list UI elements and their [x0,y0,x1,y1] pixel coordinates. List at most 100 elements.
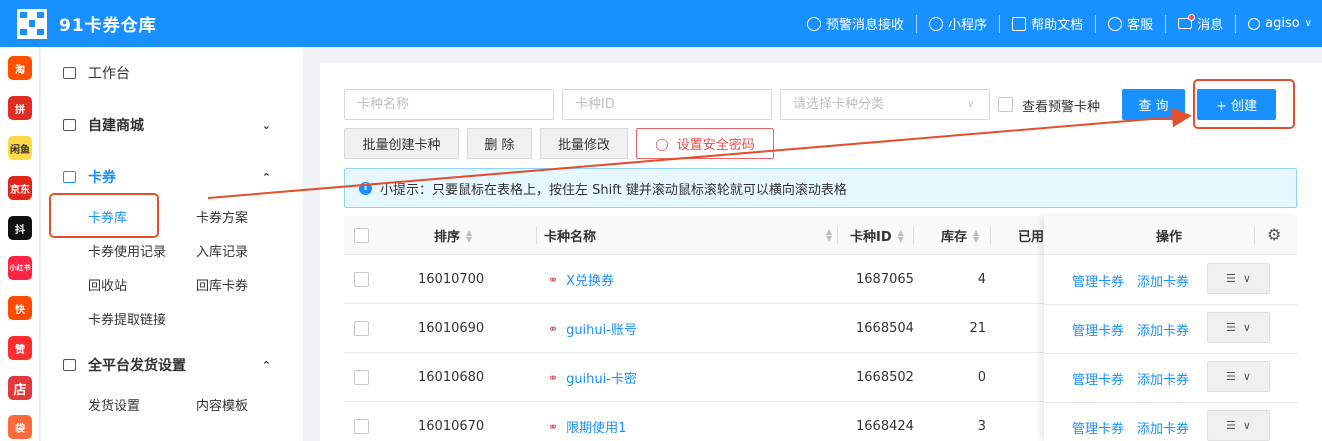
manage-coupons-link[interactable]: 管理卡券 [1072,320,1124,339]
delete-button[interactable]: 删 除 [467,128,532,159]
douyin-app-icon[interactable]: 抖 [8,216,32,240]
key-icon: ⚭ [548,419,559,434]
row-name-link[interactable]: ⚭ guihui-卡密 [548,353,637,402]
row-checkbox[interactable] [354,370,369,385]
highlight-box-create [1193,79,1295,129]
taobao-app-icon[interactable]: 淘 [8,56,32,80]
user-menu[interactable]: agiso ∨ [1235,14,1322,33]
sidebar-item-delivery-settings[interactable]: 全平台发货设置 ⌃ [63,355,287,375]
platform-app-strip: 淘 拼 闲鱼 京东 抖 小红书 快 赞 店 袋 [0,47,40,441]
row-name-link[interactable]: ⚭ 限期使用1 [548,402,626,441]
sidebar-sub-recycle-bin[interactable]: 回收站 [88,275,127,294]
xianyu-app-icon[interactable]: 闲鱼 [8,136,32,160]
row-name-link[interactable]: ⚭ X兑换券 [548,255,614,304]
help-docs-link[interactable]: 帮助文档 [999,14,1095,33]
key-icon: ⚭ [548,272,559,287]
row-checkbox[interactable] [354,419,369,434]
batch-edit-button[interactable]: 批量修改 [540,128,628,159]
tip-text: 小提示：只要鼠标在表格上，按住左 Shift 键并滚动鼠标滚轮就可以横向滚动表格 [380,182,847,198]
manage-coupons-link[interactable]: 管理卡券 [1072,271,1124,290]
column-name[interactable]: 卡种名称 [544,216,596,255]
chevron-down-icon: ∨ [1242,419,1251,432]
coupon-id-input[interactable] [562,89,772,120]
warning-message-link[interactable]: 预警消息接收 [795,15,916,33]
messages-link[interactable]: 消息 [1165,14,1235,33]
row-sort: 16010690 [418,321,485,336]
thumbs-up-app-icon[interactable]: 赞 [8,336,32,360]
column-used[interactable]: 已用 [1018,216,1044,255]
main-panel: ∨ 查看预警卡种 查 询 + 创建 批量创建卡种 删 除 批量修改 ◯ 设置安全… [320,63,1322,441]
shield-icon: ◯ [655,136,669,151]
sidebar-sub-delivery-settings[interactable]: 发货设置 [88,395,140,414]
list-icon: ☰ [1226,419,1236,432]
chevron-down-icon: ∨ [967,99,975,110]
add-coupons-link[interactable]: 添加卡券 [1137,271,1189,290]
security-password-button[interactable]: ◯ 设置安全密码 [636,128,774,159]
column-sort[interactable]: 排序 ▲ ▼ [434,216,472,255]
chevron-down-icon: ⌄ [261,118,271,132]
manage-coupons-link[interactable]: 管理卡券 [1072,369,1124,388]
chevron-up-icon: ⌃ [261,358,271,372]
more-actions-dropdown[interactable]: ☰ ∨ [1207,361,1270,392]
add-coupons-link[interactable]: 添加卡券 [1137,418,1189,437]
sidebar-item-label: 工作台 [88,66,130,82]
row-name-link[interactable]: ⚭ guihui-账号 [548,304,637,353]
select-all-checkbox[interactable] [354,228,369,243]
more-actions-dropdown[interactable]: ☰ ∨ [1207,263,1270,294]
column-stock[interactable]: 库存 ▲ ▼ [941,216,979,255]
category-select[interactable] [780,89,990,120]
sidebar-sub-stock-in-records[interactable]: 入库记录 [196,241,248,260]
help-docs-label: 帮助文档 [1031,18,1084,33]
sidebar-item-coupons[interactable]: 卡券 ⌃ [63,167,287,187]
add-coupons-link[interactable]: 添加卡券 [1137,320,1189,339]
sort-icon[interactable]: ▲ ▼ [826,228,832,243]
more-actions-dropdown[interactable]: ☰ ∨ [1207,410,1270,441]
sidebar-item-workbench[interactable]: 工作台 [63,63,130,83]
sidebar: 工作台 自建商城 ⌄ 卡券 ⌃ 卡券库 卡券方案 卡券使用记录 入库记录 回收站… [41,47,303,441]
sidebar-sub-usage-records[interactable]: 卡券使用记录 [88,241,166,260]
app-logo[interactable] [17,8,47,39]
column-id[interactable]: 卡种ID ▲ ▼ [850,216,904,255]
kuaishou-app-icon[interactable]: 快 [8,296,32,320]
settings-gear-icon[interactable]: ⚙ [1267,225,1281,244]
column-operations: 操作 [1156,230,1183,245]
mini-program-label: 小程序 [948,18,988,33]
coupon-name-input[interactable] [344,89,554,120]
warning-checkbox[interactable] [998,97,1013,112]
shop-app-icon[interactable]: 店 [8,376,32,400]
list-icon: ☰ [1226,370,1236,383]
chevron-down-icon: ∨ [1242,321,1251,334]
manage-coupons-link[interactable]: 管理卡券 [1072,418,1124,437]
chevron-down-icon: ∨ [1242,370,1251,383]
warning-message-label: 预警消息接收 [826,18,905,33]
sidebar-sub-returned-coupons[interactable]: 回库卡券 [196,275,248,294]
jd-app-icon[interactable]: 京东 [8,176,32,200]
sidebar-item-mall[interactable]: 自建商城 ⌄ [63,115,287,135]
bell-icon [807,16,822,31]
batch-create-button[interactable]: 批量创建卡种 [344,128,459,159]
row-sort: 16010680 [418,370,485,385]
highlight-box-coupon-library [49,193,159,238]
sidebar-item-label: 自建商城 [88,118,144,134]
more-actions-dropdown[interactable]: ☰ ∨ [1207,312,1270,343]
warning-checkbox-label: 查看预警卡种 [1022,100,1101,115]
row-checkbox[interactable] [354,321,369,336]
sidebar-sub-extract-links[interactable]: 卡券提取链接 [88,309,166,328]
xiaohongshu-app-icon[interactable]: 小红书 [8,256,32,280]
row-checkbox[interactable] [354,272,369,287]
customer-service-link[interactable]: 客服 [1095,14,1165,33]
row-id: 1668424 [856,419,914,434]
sort-icon: ▲ ▼ [466,227,473,244]
query-button[interactable]: 查 询 [1122,89,1185,120]
bag-app-icon[interactable]: 袋 [8,415,32,439]
add-coupons-link[interactable]: 添加卡券 [1137,369,1189,388]
mini-program-icon [929,16,944,31]
mini-program-link[interactable]: 小程序 [916,14,999,33]
sidebar-sub-content-templates[interactable]: 内容模板 [196,395,248,414]
grid-icon [63,359,76,371]
user-name: agiso [1265,16,1300,31]
pinduoduo-app-icon[interactable]: 拼 [8,96,32,120]
sidebar-sub-coupon-plans[interactable]: 卡券方案 [196,207,248,226]
list-icon: ☰ [1226,272,1236,285]
sidebar-item-label: 全平台发货设置 [88,358,186,374]
